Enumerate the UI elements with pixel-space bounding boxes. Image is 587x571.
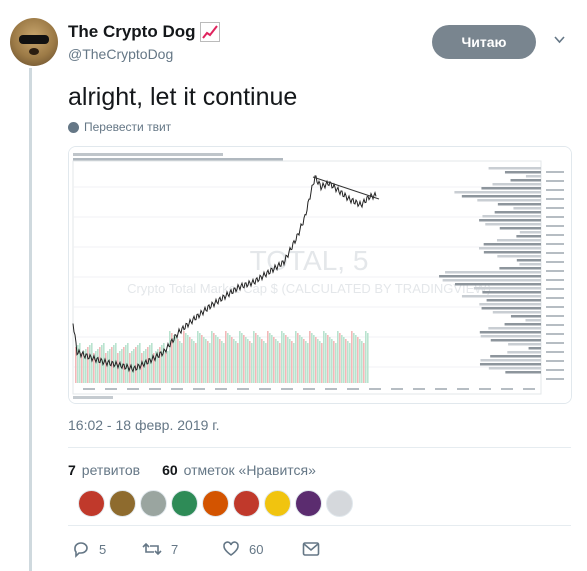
reply-icon: [74, 542, 88, 558]
reply-count: 5: [99, 541, 107, 557]
translate-tweet-link[interactable]: Перевести твит: [68, 120, 171, 134]
retweet-icon: [142, 542, 162, 556]
following-button[interactable]: Читаю: [432, 25, 536, 59]
author-name[interactable]: The Crypto Dog: [68, 22, 220, 42]
tweet-actions: 5 7 60: [72, 540, 320, 558]
chart-increasing-icon: [199, 22, 220, 42]
envelope-icon: [302, 542, 320, 556]
retweet-label[interactable]: ретвитов: [82, 462, 140, 478]
thread-line: [29, 68, 32, 571]
retweet-count[interactable]: 7: [68, 462, 76, 478]
heart-icon: [223, 541, 239, 556]
liker-avatar[interactable]: [171, 490, 198, 517]
liker-avatar[interactable]: [202, 490, 229, 517]
liker-avatar[interactable]: [140, 490, 167, 517]
liker-avatars: [78, 490, 353, 517]
chart-watermark-subtitle: Crypto Total Market Cap $ (CALCULATED BY…: [127, 281, 491, 296]
tweet-text: alright, let it continue: [68, 83, 298, 111]
tweet-timestamp[interactable]: 16:02 - 18 февр. 2019 г.: [68, 417, 220, 433]
reply-button[interactable]: 5: [72, 540, 142, 558]
divider: [68, 525, 571, 526]
tradingview-chart-screenshot: TOTAL, 5 Crypto Total Market Cap $ (CALC…: [69, 147, 571, 403]
time-axis: [83, 388, 535, 390]
chevron-down-icon[interactable]: [554, 34, 565, 45]
like-label[interactable]: отметок «Нравится»: [184, 462, 316, 478]
avatar-nose: [29, 48, 39, 55]
liker-avatar[interactable]: [78, 490, 105, 517]
liker-avatar[interactable]: [233, 490, 260, 517]
direct-message-button[interactable]: [302, 541, 320, 557]
divider: [68, 447, 571, 448]
globe-icon: [68, 121, 79, 133]
liker-avatar[interactable]: [326, 490, 353, 517]
like-action-count: 60: [249, 541, 264, 557]
author-avatar[interactable]: [10, 18, 58, 66]
translate-label: Перевести твит: [84, 120, 172, 134]
like-count[interactable]: 60: [162, 462, 178, 478]
author-handle[interactable]: @TheCryptoDog: [68, 46, 173, 62]
liker-avatar[interactable]: [109, 490, 136, 517]
retweet-button[interactable]: 7: [142, 540, 222, 558]
like-button[interactable]: 60: [222, 540, 302, 558]
chart-image[interactable]: TOTAL, 5 Crypto Total Market Cap $ (CALC…: [68, 146, 572, 404]
liker-avatar[interactable]: [295, 490, 322, 517]
avatar-sunglasses: [19, 35, 49, 44]
retweet-action-count: 7: [171, 541, 179, 557]
author-name-text: The Crypto Dog: [68, 22, 196, 41]
liker-avatar[interactable]: [264, 490, 291, 517]
engagement-stats: 7 ретвитов 60 отметок «Нравится»: [68, 462, 316, 478]
